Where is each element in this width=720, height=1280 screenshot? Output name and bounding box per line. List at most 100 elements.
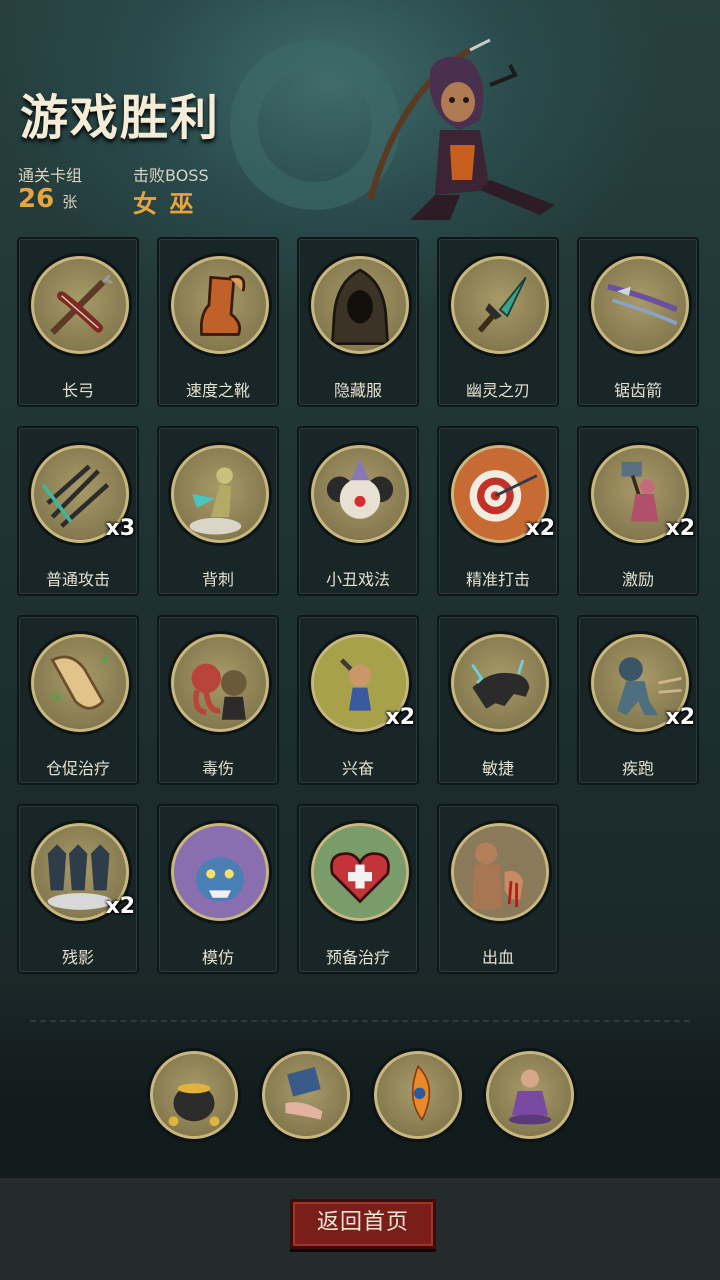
relic-gold-pot[interactable] [147, 1048, 241, 1142]
card-agility[interactable]: 敏捷 [437, 615, 559, 785]
card-serrated-arrow[interactable]: 锯齿箭 [577, 237, 699, 407]
boss-name: 女 巫 [133, 190, 196, 218]
card-label: 锯齿箭 [613, 381, 662, 400]
card-sprint[interactable]: x2 疾跑 [577, 615, 699, 785]
card-clown-trick[interactable]: 小丑戏法 [297, 426, 419, 596]
card-medal-face [591, 256, 689, 354]
card-medal [588, 253, 692, 357]
feather-icon [411, 1064, 431, 1122]
card-multiplier: x2 [385, 705, 416, 730]
card-label: 敏捷 [481, 759, 514, 778]
card-label: 长弓 [61, 381, 94, 400]
card-multiplier: x2 [105, 894, 136, 919]
boss-label: 击败BOSS [133, 166, 209, 185]
bleeding-icon [454, 826, 546, 918]
card-ghost-blade[interactable]: 幽灵之刃 [437, 237, 559, 407]
octopus-icon [191, 663, 247, 720]
card-hidden-cloak[interactable]: 隐藏服 [297, 237, 419, 407]
card-hasty-heal[interactable]: + + 仓促治疗 [17, 615, 139, 785]
card-normal-attack[interactable]: x3 普通攻击 [17, 426, 139, 596]
card-reserve-heal[interactable]: 预备治疗 [297, 804, 419, 974]
card-medal [168, 442, 272, 546]
card-label: 兴奋 [341, 759, 374, 778]
relic-feather[interactable] [371, 1048, 465, 1142]
card-multiplier: x3 [105, 516, 136, 541]
card-multiplier: x2 [665, 516, 696, 541]
goblin-face-icon [174, 826, 266, 918]
card-label: 预备治疗 [325, 948, 390, 967]
hooded-archer-icon [367, 38, 555, 220]
card-label: 幽灵之刃 [465, 381, 530, 400]
relic-meditating-woman[interactable] [483, 1048, 577, 1142]
card-label: 普通攻击 [45, 570, 110, 589]
card-medal [168, 631, 272, 735]
card-medal [168, 820, 272, 924]
card-bleed[interactable]: 出血 [437, 804, 559, 974]
card-medal-face [311, 823, 409, 921]
scroll-icon: + + [50, 652, 111, 710]
card-label: 模仿 [201, 948, 234, 967]
card-excited[interactable]: x2 兴奋 [297, 615, 419, 785]
backstab-icon [189, 467, 242, 535]
card-label: 疾跑 [621, 759, 654, 778]
card-label: 激励 [621, 570, 654, 589]
card-label: 隐藏服 [333, 381, 382, 400]
card-precise-strike[interactable]: x2 精准打击 [437, 426, 559, 596]
card-label: 出血 [481, 948, 514, 967]
svg-text:+: + [51, 688, 63, 705]
card-grid: 长弓 速度之靴 隐藏服 幽灵之刃 锯齿箭 x3 普通攻击 背刺 小丑戏法 x2 … [17, 237, 699, 974]
card-medal [448, 253, 552, 357]
svg-text:+: + [98, 652, 110, 669]
card-longbow[interactable]: 长弓 [17, 237, 139, 407]
card-medal-face [451, 823, 549, 921]
card-label: 毒伤 [201, 759, 234, 778]
relic-card-hand[interactable] [259, 1048, 353, 1142]
card-label: 仓促治疗 [45, 759, 110, 778]
card-label: 背刺 [201, 570, 234, 589]
clown-icon [326, 457, 394, 519]
return-home-button[interactable]: 返回首页 [290, 1199, 436, 1249]
card-afterimage[interactable]: x2 残影 [17, 804, 139, 974]
ghost-blade-icon [477, 276, 527, 333]
card-medal [168, 253, 272, 357]
relic-medal-face [150, 1051, 238, 1139]
card-medal [448, 631, 552, 735]
divider [30, 1020, 690, 1022]
cleared-count: 26 [18, 184, 55, 214]
relic-medal-face [486, 1051, 574, 1139]
card-label: 速度之靴 [185, 381, 250, 400]
card-mimic[interactable]: 模仿 [157, 804, 279, 974]
card-medal-face [451, 256, 549, 354]
cleared-unit: 张 [62, 193, 78, 211]
card-label: 精准打击 [465, 570, 530, 589]
card-label: 小丑戏法 [325, 570, 390, 589]
card-poison-damage[interactable]: 毒伤 [157, 615, 279, 785]
meditating-woman-icon [508, 1069, 552, 1125]
card-medal-face [171, 634, 269, 732]
card-multiplier: x2 [665, 705, 696, 730]
card-medal-face [171, 445, 269, 543]
cleared-stat: 26 张 [18, 184, 77, 214]
card-backstab[interactable]: 背刺 [157, 426, 279, 596]
card-multiplier: x2 [525, 516, 556, 541]
panther-icon [471, 659, 530, 709]
relic-medal-face [374, 1051, 462, 1139]
card-medal [308, 442, 412, 546]
card-inspire[interactable]: x2 激励 [577, 426, 699, 596]
card-medal-face [451, 634, 549, 732]
cleared-label: 通关卡组 [18, 166, 83, 185]
card-speed-boots[interactable]: 速度之靴 [157, 237, 279, 407]
card-medal-face [31, 256, 129, 354]
card-medal-face [171, 823, 269, 921]
boot-icon [199, 275, 246, 336]
card-medal [28, 253, 132, 357]
hood-icon [330, 268, 390, 346]
card-medal [308, 820, 412, 924]
card-medal-face: + + [31, 634, 129, 732]
card-medal [308, 253, 412, 357]
heart-icon [314, 826, 406, 918]
card-medal: + + [28, 631, 132, 735]
card-medal-face [311, 445, 409, 543]
card-medal-face [171, 256, 269, 354]
page-title: 游戏胜利 [20, 90, 221, 146]
